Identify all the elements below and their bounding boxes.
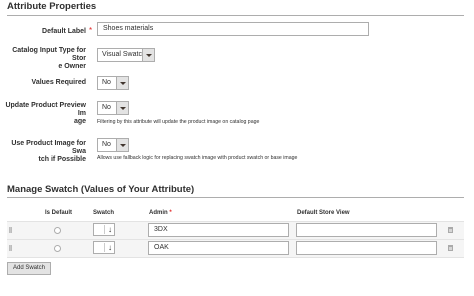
swatch-preview	[95, 243, 105, 252]
add-swatch-button[interactable]: Add Swatch	[7, 262, 51, 275]
update-preview-image-select[interactable]: No	[97, 101, 129, 115]
section-divider	[7, 197, 464, 198]
column-header-admin: Admin *	[149, 210, 172, 216]
row-divider	[7, 221, 464, 222]
default-label-input[interactable]: Shoes materials	[97, 22, 369, 36]
values-required-label: Values Required	[31, 79, 86, 86]
arrow-down-icon: ↓	[108, 225, 112, 234]
use-product-image-note: Allows use fallback logic for replacing …	[97, 155, 298, 161]
swatch-preview	[95, 225, 105, 234]
is-default-radio[interactable]	[54, 245, 61, 252]
drag-handle-icon[interactable]	[9, 227, 12, 233]
store-view-value-input[interactable]	[296, 241, 437, 255]
default-label-label: Default Label	[42, 28, 86, 35]
use-product-image-label: Use Product Image for Swa tch if Possibl…	[11, 140, 86, 163]
chevron-down-icon	[116, 102, 128, 114]
section-divider	[7, 15, 464, 16]
admin-value-input[interactable]: OAK	[148, 241, 289, 255]
is-default-radio[interactable]	[54, 227, 61, 234]
column-header-is-default: Is Default	[45, 210, 73, 216]
arrow-down-icon: ↓	[108, 243, 112, 252]
swatch-picker[interactable]: ↓	[93, 223, 115, 236]
required-asterisk: *	[169, 210, 172, 216]
attribute-properties-title: Attribute Properties	[7, 1, 97, 12]
drag-handle-icon[interactable]	[9, 245, 12, 251]
chevron-down-icon	[116, 139, 128, 151]
manage-swatch-title: Manage Swatch (Values of Your Attribute)	[7, 184, 195, 195]
chevron-down-icon	[116, 77, 128, 89]
row-divider	[7, 239, 464, 240]
trash-icon[interactable]	[448, 227, 453, 233]
update-preview-image-note: Filtering by this attribute will update …	[97, 119, 260, 125]
column-header-default-store-view: Default Store View	[297, 210, 350, 216]
update-preview-image-label: Update Product Preview Im age	[5, 102, 86, 125]
values-required-select[interactable]: No	[97, 76, 129, 90]
store-view-value-input[interactable]	[296, 223, 437, 237]
swatch-picker[interactable]: ↓	[93, 241, 115, 254]
admin-value-input[interactable]: 3DX	[148, 223, 289, 237]
trash-icon[interactable]	[448, 245, 453, 251]
use-product-image-select[interactable]: No	[97, 138, 129, 152]
catalog-input-type-label: Catalog Input Type for Stor e Owner	[12, 47, 86, 70]
required-asterisk: *	[89, 26, 93, 35]
row-divider	[7, 257, 464, 258]
column-header-swatch: Swatch	[93, 210, 115, 216]
catalog-input-type-select[interactable]: Visual Swatch	[97, 48, 155, 62]
chevron-down-icon	[142, 49, 154, 61]
